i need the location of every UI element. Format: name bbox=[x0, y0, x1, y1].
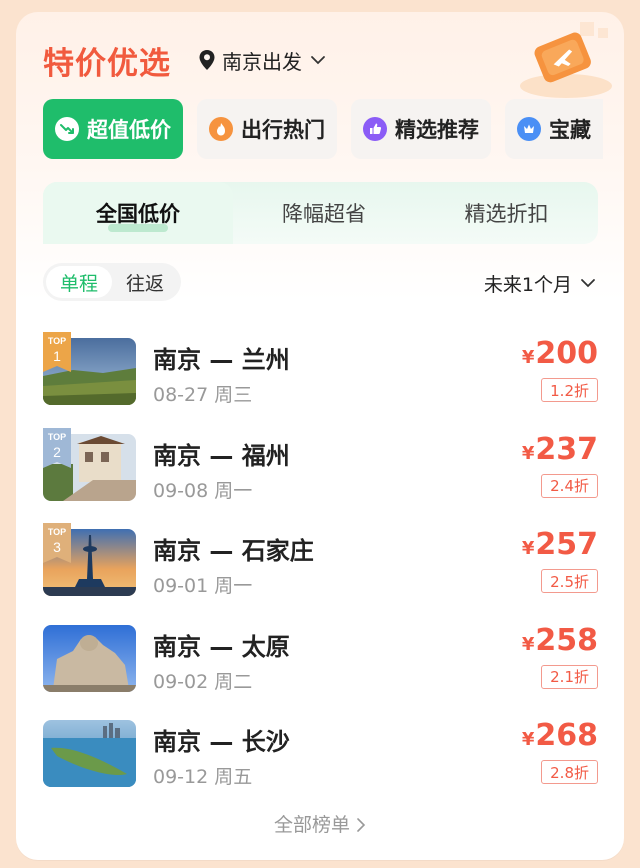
route-date: 09-01 周一 bbox=[153, 575, 253, 597]
currency-symbol: ¥ bbox=[521, 538, 535, 559]
currency-symbol: ¥ bbox=[521, 442, 535, 464]
route-price: ¥257 bbox=[522, 527, 598, 562]
tab-label: 全国低价 bbox=[96, 202, 180, 226]
period-selector[interactable]: 未来1个月 bbox=[484, 268, 596, 298]
route-date: 08-27 周三 bbox=[153, 384, 253, 406]
price-value: 258 bbox=[535, 622, 598, 658]
rank-badge-top: TOP bbox=[48, 336, 66, 346]
rank-badge-number: 3 bbox=[53, 539, 61, 555]
crown-icon bbox=[517, 117, 541, 141]
rank-badge: TOP 3 bbox=[43, 523, 71, 563]
rank-badge-top: TOP bbox=[48, 527, 66, 537]
trend-down-icon bbox=[55, 117, 79, 141]
category-tabs: 超值低价 出行热门 精选推荐 宝藏 bbox=[43, 99, 603, 159]
trip-type-toggle: 单程 往返 bbox=[43, 263, 181, 301]
category-label: 超值低价 bbox=[87, 118, 171, 142]
category-hot-travel[interactable]: 出行热门 bbox=[197, 99, 337, 159]
category-recommended[interactable]: 精选推荐 bbox=[351, 99, 491, 159]
price-value: 237 bbox=[535, 431, 598, 467]
plane-ticket-illustration bbox=[520, 22, 612, 98]
rank-badge-number: 1 bbox=[53, 348, 61, 364]
fire-icon bbox=[209, 117, 233, 141]
header: 特价优选 南京出发 bbox=[16, 12, 624, 102]
route-name: 南京 — 太原 bbox=[153, 632, 290, 661]
period-label: 未来1个月 bbox=[483, 273, 572, 296]
discount-badge: 2.5折 bbox=[541, 569, 598, 593]
thumbs-up-icon bbox=[363, 117, 387, 141]
tab-label: 降幅超省 bbox=[282, 202, 366, 226]
route-price: ¥237 bbox=[522, 432, 598, 467]
section-title: 特价优选 bbox=[43, 46, 171, 82]
trip-round-trip[interactable]: 往返 bbox=[112, 266, 178, 298]
route-name: 南京 — 长沙 bbox=[153, 728, 290, 756]
rank-badge: TOP 2 bbox=[43, 427, 71, 468]
origin-selector[interactable]: 南京出发 bbox=[198, 45, 326, 75]
discount-badge: 2.1折 bbox=[541, 664, 598, 689]
price-value: 257 bbox=[535, 527, 598, 562]
tab-label: 精选折扣 bbox=[464, 202, 549, 226]
chevron-right-icon bbox=[357, 818, 366, 832]
trip-one-way[interactable]: 单程 bbox=[46, 266, 112, 298]
destination-photo-changsha bbox=[43, 720, 136, 787]
category-label: 出行热门 bbox=[241, 118, 325, 142]
view-all-label: 全部榜单 bbox=[273, 814, 350, 836]
chevron-down-icon bbox=[581, 279, 595, 288]
route-price: ¥258 bbox=[522, 623, 598, 658]
discount-badge: 1.2折 bbox=[541, 378, 598, 402]
currency-symbol: ¥ bbox=[521, 347, 535, 368]
tab-biggest-drops[interactable]: 降幅超省 bbox=[233, 182, 415, 244]
tab-national-low-price[interactable]: 全国低价 bbox=[43, 182, 233, 244]
rank-badge-top: TOP bbox=[48, 432, 66, 442]
route-row[interactable]: 南京 — 太原 09-02 周二 ¥258 2.1折 bbox=[43, 621, 598, 717]
route-list: TOP 1 南京 — 兰州 08-27 周三 ¥200 1.2折 TOP 2 南… bbox=[43, 332, 598, 812]
category-hidden-gems[interactable]: 宝藏 bbox=[505, 99, 603, 159]
route-name: 南京 — 福州 bbox=[153, 441, 290, 470]
location-pin-icon bbox=[199, 50, 215, 70]
route-row[interactable]: TOP 2 南京 — 福州 09-08 周一 ¥237 2.4折 bbox=[43, 427, 598, 526]
tab-selected-discounts[interactable]: 精选折扣 bbox=[415, 182, 598, 244]
category-cheap-deals[interactable]: 超值低价 bbox=[43, 99, 183, 159]
route-price: ¥268 bbox=[522, 718, 598, 753]
discount-badge: 2.4折 bbox=[541, 473, 598, 498]
route-row[interactable]: TOP 3 南京 — 石家庄 09-01 周一 ¥257 2.5折 bbox=[43, 523, 598, 621]
route-date: 09-08 周一 bbox=[153, 479, 253, 502]
route-name: 南京 — 兰州 bbox=[153, 346, 290, 374]
category-label: 精选推荐 bbox=[395, 118, 479, 142]
currency-symbol: ¥ bbox=[521, 729, 535, 750]
origin-label: 南京出发 bbox=[222, 49, 302, 74]
view-all-rankings-link[interactable]: 全部榜单 bbox=[16, 810, 624, 837]
route-price: ¥200 bbox=[522, 336, 598, 371]
price-value: 200 bbox=[535, 336, 598, 371]
rank-badge-number: 2 bbox=[53, 444, 61, 460]
route-row[interactable]: TOP 1 南京 — 兰州 08-27 周三 ¥200 1.2折 bbox=[43, 332, 598, 430]
discount-badge: 2.8折 bbox=[541, 760, 598, 784]
route-date: 09-12 周五 bbox=[153, 766, 253, 788]
category-label: 宝藏 bbox=[549, 118, 591, 142]
chevron-down-icon bbox=[311, 56, 325, 65]
route-date: 09-02 周二 bbox=[153, 670, 253, 693]
ranking-tabs: 全国低价 降幅超省 精选折扣 bbox=[43, 182, 598, 244]
currency-symbol: ¥ bbox=[521, 633, 535, 655]
destination-photo-taiyuan bbox=[43, 624, 136, 692]
price-value: 268 bbox=[535, 718, 598, 753]
deals-card: 特价优选 南京出发 超值低价 出行热门 精选推荐 宝藏 全国低价 降幅超省 精选… bbox=[16, 12, 624, 860]
rank-badge: TOP 1 bbox=[43, 332, 71, 372]
route-row[interactable]: 南京 — 长沙 09-12 周五 ¥268 2.8折 bbox=[43, 716, 598, 812]
route-name: 南京 — 石家庄 bbox=[153, 537, 314, 565]
